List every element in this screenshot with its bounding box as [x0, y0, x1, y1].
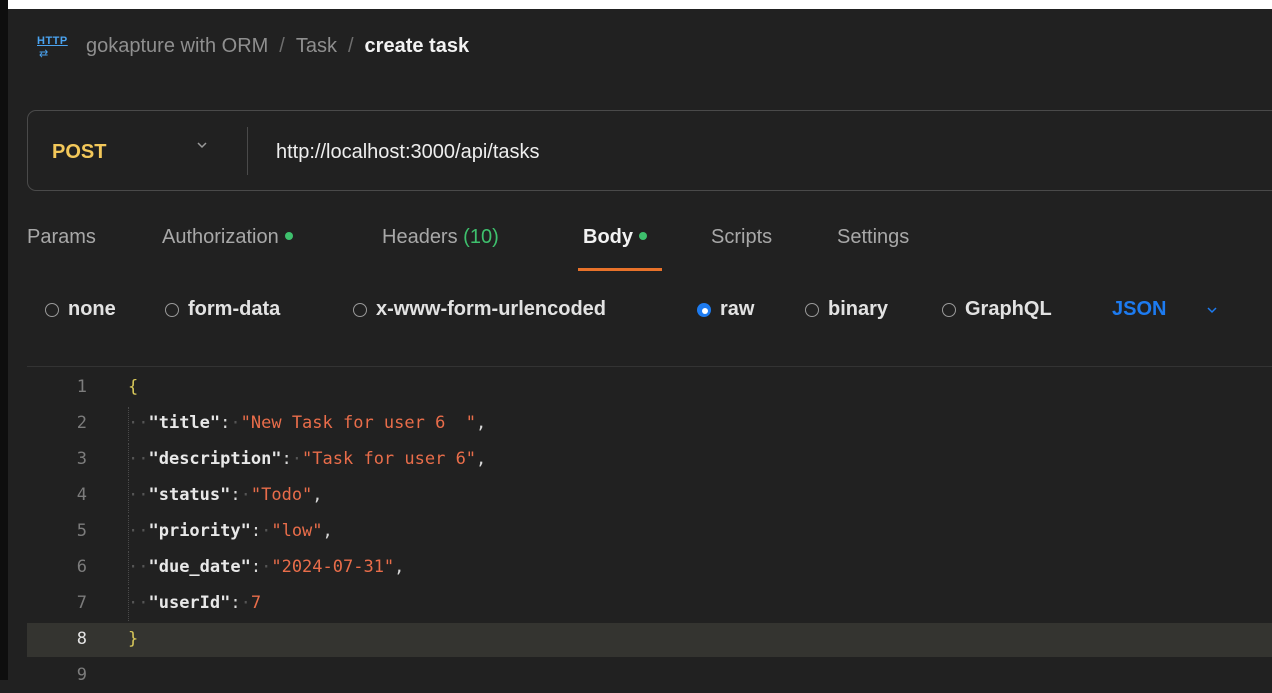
line-number: 2	[76, 413, 87, 433]
radio-label: GraphQL	[965, 298, 1052, 320]
breadcrumb-separator: /	[347, 34, 354, 57]
status-dot	[639, 231, 647, 240]
radio-label: raw	[720, 298, 755, 320]
radio-label: x-www-form-urlencoded	[376, 298, 607, 320]
format-select[interactable]: JSON	[1112, 298, 1166, 321]
json-value: "Todo"	[250, 485, 313, 505]
radio-label: none	[68, 298, 116, 320]
json-key: "userId"	[148, 593, 231, 613]
code-line: 9	[27, 659, 1272, 693]
tab-body[interactable]: Body	[583, 226, 647, 249]
json-value: "Task for user 6"	[302, 449, 477, 469]
code-content: }	[128, 629, 138, 649]
comma: ,	[476, 449, 487, 469]
tab-label: Authorization	[162, 226, 279, 248]
left-border	[0, 0, 8, 680]
json-value: "2024-07-31"	[271, 557, 395, 577]
tab-headers[interactable]: Headers (10)	[382, 226, 499, 249]
radio-label: binary	[828, 298, 889, 320]
line-number: 8	[76, 629, 87, 649]
code-editor[interactable]: 1 { 2 ··"title":·"New Task for user 6 ",…	[27, 366, 1272, 685]
radio-binary[interactable]: binary	[805, 298, 888, 321]
status-dot	[284, 231, 293, 240]
line-number: 6	[76, 557, 87, 577]
chevron-down-icon[interactable]	[194, 137, 210, 153]
code-line-current: 8 }	[27, 623, 1272, 657]
json-key: "title"	[148, 413, 221, 433]
code-content: {	[128, 377, 138, 397]
code-line: 5 ··"priority":·"low",	[27, 515, 1272, 549]
line-number: 3	[76, 449, 87, 469]
code-line: 7 ··"userId":·7	[27, 587, 1272, 621]
code-content: ··"due_date":·"2024-07-31",	[128, 557, 405, 577]
radio-circle-icon	[805, 302, 819, 317]
request-editor-window: HTTP ⇄ gokapture with ORM / Task / create…	[0, 0, 1272, 685]
code-content: ··"description":·"Task for user 6",	[128, 449, 487, 469]
active-tab-indicator	[578, 268, 662, 271]
tab-label: Scripts	[711, 226, 773, 248]
json-value: "low"	[271, 521, 323, 541]
comma: ,	[312, 485, 323, 505]
code-line: 1 {	[27, 371, 1272, 405]
code-content: ··"status":·"Todo",	[128, 485, 323, 505]
comma: ,	[394, 557, 405, 577]
radio-form-data[interactable]: form-data	[165, 298, 280, 321]
json-value: 7	[250, 593, 262, 613]
request-name[interactable]: create task	[365, 35, 470, 58]
code-line: 4 ··"status":·"Todo",	[27, 479, 1272, 513]
radio-circle-icon	[45, 302, 59, 317]
breadcrumb-collection[interactable]: gokapture with ORM	[86, 35, 268, 58]
radio-urlencoded[interactable]: x-www-form-urlencoded	[353, 298, 606, 321]
code-content: ··"userId":·7	[128, 593, 262, 613]
radio-label: form-data	[188, 298, 281, 320]
url-input[interactable]: http://localhost:3000/api/tasks	[276, 141, 540, 164]
line-number: 4	[76, 485, 87, 505]
code-line: 3 ··"description":·"Task for user 6",	[27, 443, 1272, 477]
line-number: 5	[76, 521, 87, 541]
json-key: "status"	[148, 485, 231, 505]
method-select[interactable]: POST	[52, 141, 106, 164]
tab-label: Params	[27, 226, 96, 248]
breadcrumb-folder[interactable]: Task	[296, 35, 337, 58]
divider	[247, 127, 248, 175]
line-number: 7	[76, 593, 87, 613]
json-key: "priority"	[148, 521, 251, 541]
line-number: 9	[76, 665, 87, 685]
tab-authorization[interactable]: Authorization	[162, 226, 293, 249]
breadcrumb: HTTP ⇄ gokapture with ORM / Task / create…	[37, 33, 470, 61]
http-icon: HTTP ⇄	[37, 35, 68, 60]
brace: {	[128, 377, 139, 397]
breadcrumb-separator: /	[279, 34, 285, 57]
top-border	[0, 0, 1272, 9]
radio-circle-icon	[942, 302, 956, 317]
radio-circle-icon	[165, 302, 179, 317]
code-content: ··"priority":·"low",	[128, 521, 333, 541]
brace: }	[128, 629, 139, 649]
json-key: "due_date"	[148, 557, 251, 577]
code-content: ··"title":·"New Task for user 6 ",	[128, 413, 487, 433]
json-value: "New Task for user 6 "	[240, 413, 477, 433]
tab-label: Body	[583, 226, 633, 248]
chevron-down-icon[interactable]	[1205, 303, 1219, 317]
tab-settings[interactable]: Settings	[837, 226, 909, 249]
tab-label: Settings	[837, 226, 910, 248]
radio-checked-icon	[697, 302, 711, 317]
headers-count: (10)	[463, 226, 499, 248]
radio-circle-icon	[353, 302, 367, 317]
tab-scripts[interactable]: Scripts	[711, 226, 772, 249]
radio-none[interactable]: none	[45, 298, 116, 321]
code-line: 2 ··"title":·"New Task for user 6 ",	[27, 407, 1272, 441]
json-key: "description"	[148, 449, 282, 469]
line-number: 1	[76, 377, 87, 397]
tab-label: Headers	[382, 226, 458, 248]
comma: ,	[322, 521, 333, 541]
radio-graphql[interactable]: GraphQL	[942, 298, 1052, 321]
radio-raw[interactable]: raw	[697, 298, 754, 321]
tab-params[interactable]: Params	[27, 226, 96, 249]
url-bar: POST http://localhost:3000/api/tasks	[27, 110, 1272, 191]
code-line: 6 ··"due_date":·"2024-07-31",	[27, 551, 1272, 585]
comma: ,	[476, 413, 487, 433]
